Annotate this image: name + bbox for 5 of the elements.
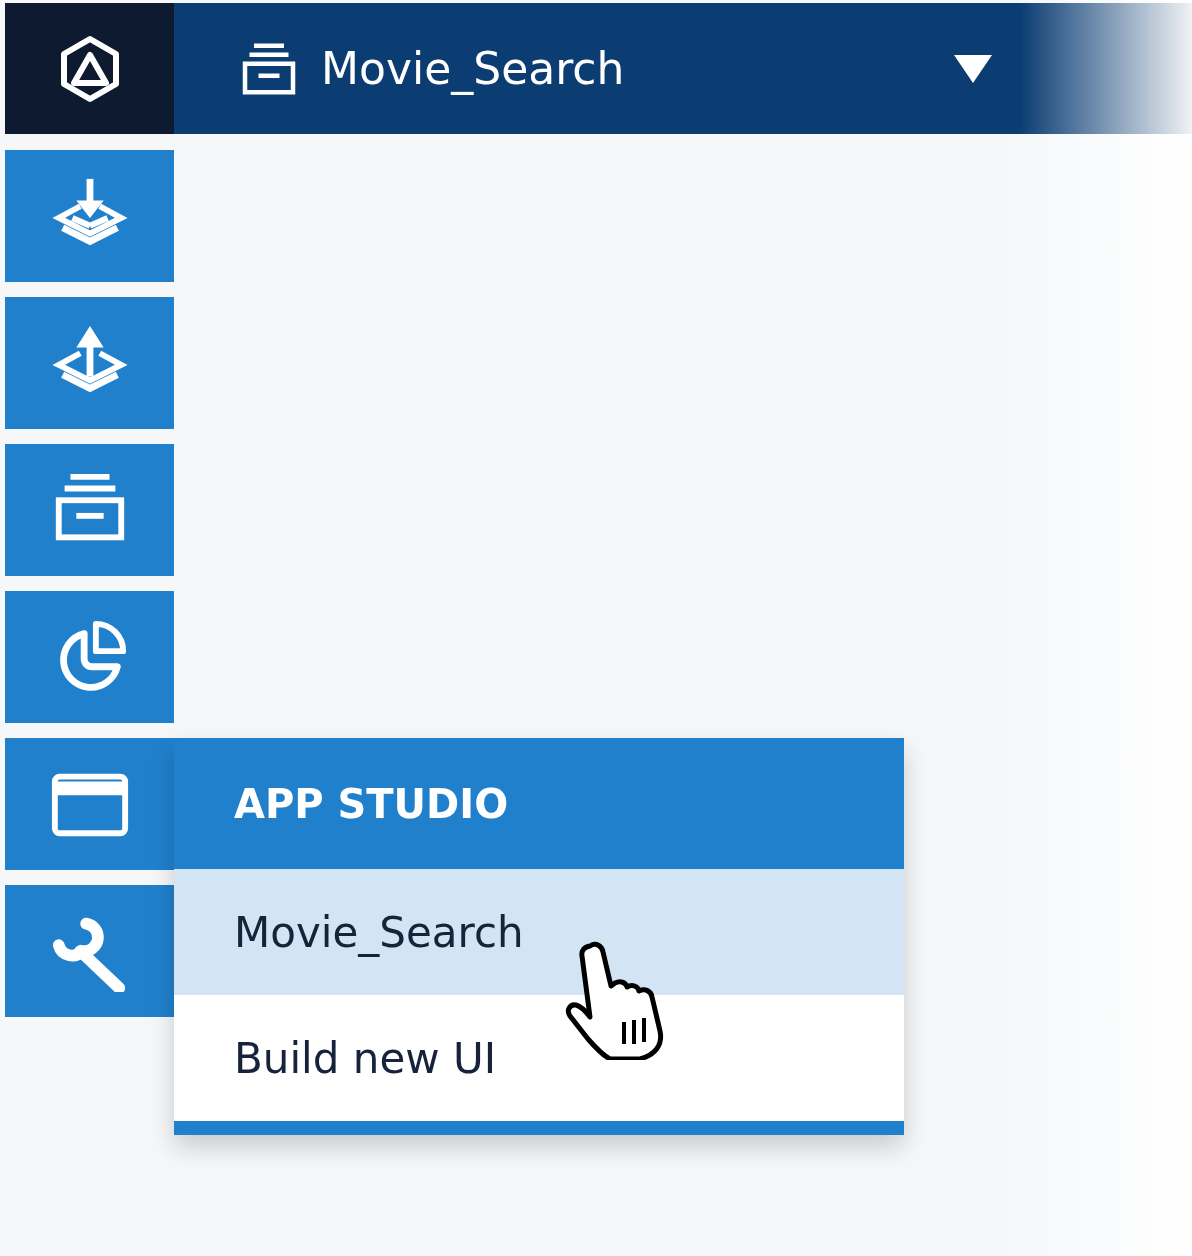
menu-heading: APP STUDIO <box>234 780 509 827</box>
app-title-bar[interactable]: Movie_Search <box>174 3 1192 134</box>
menu-item[interactable]: Build new UI <box>174 995 904 1121</box>
menu-item[interactable]: Movie_Search <box>174 869 904 995</box>
app-title: Movie_Search <box>321 43 625 94</box>
